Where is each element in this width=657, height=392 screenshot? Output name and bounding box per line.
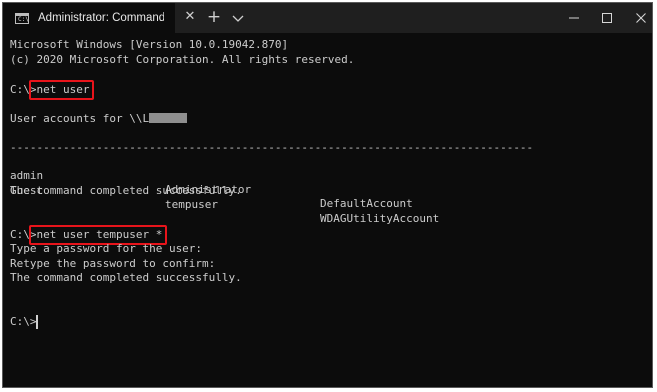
command-line-3[interactable]: C:\>: [10, 315, 37, 329]
plus-icon[interactable]: +: [206, 9, 222, 26]
account-name: DefaultAccount: [320, 197, 413, 210]
retype-password-line: Retype the password to confirm:: [10, 257, 216, 270]
banner-line-1: Microsoft Windows [Version 10.0.19042.87…: [10, 38, 289, 51]
type-password-line: Type a password for the user:: [10, 242, 203, 255]
accounts-header-text: User accounts for \\L: [10, 112, 150, 125]
completed-line-2: The command completed successfully.: [10, 271, 242, 284]
title-bar: C:\ Administrator: Command Prompt ✕ +: [3, 3, 652, 33]
accounts-header: User accounts for \\L: [10, 112, 188, 126]
text-cursor: [36, 315, 38, 329]
redacted-block: [149, 113, 188, 123]
completed-line-1: The command completed successfully.: [10, 184, 242, 197]
prompt: C:\>: [10, 315, 37, 328]
cmd-icon: C:\: [15, 12, 29, 24]
accounts-row-1: admin Administrator DefaultAccount: [10, 155, 650, 210]
window-close-icon[interactable]: [623, 3, 652, 33]
maximize-icon[interactable]: [589, 3, 625, 33]
tab-title: Administrator: Command Prompt: [38, 12, 164, 24]
terminal-window: C:\ Administrator: Command Prompt ✕ + Mi…: [2, 2, 653, 388]
separator-line: ----------------------------------------…: [10, 141, 534, 154]
account-name: tempuser: [165, 198, 218, 211]
accounts-row-2: Guest tempuser WDAGUtilityAccount: [10, 170, 650, 225]
banner-line-2: (c) 2020 Microsoft Corporation. All righ…: [10, 53, 355, 66]
account-name: WDAGUtilityAccount: [320, 212, 440, 225]
console-output[interactable]: Microsoft Windows [Version 10.0.19042.87…: [10, 38, 648, 383]
close-icon[interactable]: ✕: [183, 10, 197, 24]
minimize-icon[interactable]: [556, 3, 592, 33]
tab-command-prompt[interactable]: C:\ Administrator: Command Prompt: [3, 3, 175, 33]
highlight-box-1: [29, 80, 94, 100]
chevron-down-icon[interactable]: [231, 10, 245, 24]
